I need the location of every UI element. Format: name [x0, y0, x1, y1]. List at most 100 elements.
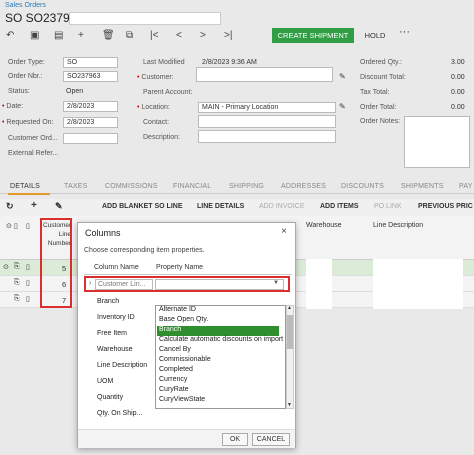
- property-option[interactable]: Commissionable: [157, 356, 279, 366]
- ordered-qty-value: 3.00: [451, 59, 465, 66]
- tab-taxes[interactable]: TAXES: [64, 183, 87, 190]
- column-name-cell[interactable]: Line Description: [97, 362, 147, 369]
- next-record-icon[interactable]: >: [200, 30, 206, 41]
- column-name-cell[interactable]: Quantity: [97, 394, 123, 401]
- note-col-icon: ▯: [26, 223, 30, 230]
- chevron-down-icon[interactable]: ▼: [273, 280, 279, 286]
- refresh-icon[interactable]: ↻: [6, 201, 14, 212]
- property-option[interactable]: Calculate automatic discounts on import: [157, 336, 283, 346]
- add-items-button[interactable]: ADD ITEMS: [320, 203, 359, 210]
- first-record-icon[interactable]: |<: [150, 30, 158, 41]
- scroll-up-icon[interactable]: ▲: [287, 305, 292, 311]
- ordered-qty-label: Ordered Qty.:: [360, 59, 402, 66]
- column-name-cell[interactable]: UOM: [97, 378, 113, 385]
- add-blanket-so-line-button[interactable]: ADD BLANKET SO LINE: [102, 203, 183, 210]
- ok-button[interactable]: OK: [222, 433, 248, 446]
- customer-ord-field[interactable]: [63, 133, 118, 144]
- location-field[interactable]: MAIN - Primary Location: [198, 102, 336, 113]
- tab-shipping[interactable]: SHIPPING: [229, 183, 264, 190]
- row-pointer-icon: ›: [89, 280, 92, 287]
- prev-record-icon[interactable]: <: [176, 30, 182, 41]
- more-menu-icon[interactable]: ···: [399, 26, 410, 38]
- attachment-icon[interactable]: ⎘: [14, 279, 20, 287]
- attachment-col-icon: ▯: [14, 223, 18, 230]
- date-field[interactable]: 2/8/2023: [63, 101, 118, 112]
- undo-icon[interactable]: ↶: [6, 30, 14, 41]
- parent-account-label: Parent Account:: [143, 89, 193, 96]
- discount-total-label: Discount Total:: [360, 74, 406, 81]
- note-icon[interactable]: ▯: [26, 279, 30, 287]
- property-option[interactable]: CuryViewState: [157, 396, 279, 406]
- tab-shipments[interactable]: SHIPMENTS: [401, 183, 444, 190]
- row-status-icon: ⊙: [3, 264, 9, 271]
- add-row-icon[interactable]: +: [31, 200, 37, 211]
- cancel-button[interactable]: CANCEL: [252, 433, 290, 446]
- hold-button[interactable]: HOLD: [358, 28, 392, 43]
- order-notes-field[interactable]: [404, 116, 470, 168]
- edit-customer-icon[interactable]: ✎: [339, 72, 346, 81]
- tab-financial[interactable]: FINANCIAL: [173, 183, 211, 190]
- order-type-field[interactable]: SO: [63, 57, 118, 68]
- external-ref-label: External Refer...: [8, 150, 59, 157]
- close-icon[interactable]: ×: [281, 226, 287, 237]
- create-shipment-button[interactable]: CREATE SHIPMENT: [272, 28, 354, 43]
- copy-icon[interactable]: ⧉: [126, 30, 133, 41]
- column-name-cell[interactable]: Warehouse: [97, 346, 133, 353]
- tab-details[interactable]: DETAILS: [10, 183, 40, 190]
- requested-on-field[interactable]: 2/8/2023: [63, 117, 118, 128]
- line-description-header[interactable]: Line Description: [373, 222, 423, 229]
- column-name-cell[interactable]: Qty. On Ship...: [97, 410, 142, 417]
- tab-commissions[interactable]: COMMISSIONS: [105, 183, 158, 190]
- edit-row-icon[interactable]: ✎: [55, 201, 63, 212]
- edit-location-icon[interactable]: ✎: [339, 102, 346, 111]
- property-dropdown-list[interactable]: Alternate ID Base Open Qty. Branch Calcu…: [155, 305, 286, 409]
- save-close-icon[interactable]: ▤: [54, 30, 63, 41]
- save-icon[interactable]: ▣: [30, 30, 39, 41]
- attachment-icon[interactable]: ⎘: [14, 295, 20, 303]
- dialog-footer: OK CANCEL: [78, 429, 295, 448]
- requested-on-label-wrap: • Requested On:: [2, 119, 54, 126]
- note-icon[interactable]: ▯: [26, 263, 30, 271]
- add-invoice-button[interactable]: ADD INVOICE: [259, 203, 305, 210]
- redacted-field: [69, 12, 221, 25]
- order-nbr-field[interactable]: SO237963: [63, 71, 118, 82]
- note-icon[interactable]: ▯: [26, 295, 30, 303]
- tax-total-label: Tax Total:: [360, 89, 390, 96]
- property-option[interactable]: CuryRate: [157, 386, 279, 396]
- column-name-cell[interactable]: Branch: [97, 298, 119, 305]
- description-field[interactable]: [198, 130, 336, 143]
- property-option[interactable]: Alternate ID: [157, 306, 279, 316]
- scrollbar-thumb[interactable]: [287, 315, 293, 349]
- contact-field[interactable]: [198, 115, 336, 128]
- warehouse-header[interactable]: Warehouse: [306, 222, 342, 229]
- status-col-icon: ⊙: [6, 223, 12, 230]
- po-link-button[interactable]: PO LINK: [374, 203, 402, 210]
- last-record-icon[interactable]: >|: [224, 30, 232, 41]
- property-option-selected[interactable]: Branch: [157, 326, 279, 336]
- last-modified-label: Last Modified: [143, 59, 185, 66]
- property-option[interactable]: Cancel By: [157, 346, 279, 356]
- breadcrumb[interactable]: Sales Orders: [5, 2, 46, 9]
- property-option[interactable]: Base Open Qty.: [157, 316, 279, 326]
- tab-addresses[interactable]: ADDRESSES: [281, 183, 326, 190]
- column-name-cell[interactable]: Inventory ID: [97, 314, 135, 321]
- line-details-button[interactable]: LINE DETAILS: [197, 203, 244, 210]
- warehouse-cell-mask: [306, 259, 332, 309]
- property-option[interactable]: Completed: [157, 366, 279, 376]
- scroll-down-icon[interactable]: ▼: [287, 402, 292, 408]
- order-total-label: Order Total:: [360, 104, 397, 111]
- dialog-subtitle: Choose corresponding item properties.: [84, 247, 205, 254]
- tab-discounts[interactable]: DISCOUNTS: [341, 183, 384, 190]
- add-icon[interactable]: +: [78, 30, 84, 41]
- tab-payments[interactable]: PAY: [459, 183, 473, 190]
- delete-icon[interactable]: 🗑: [102, 30, 115, 41]
- date-label-wrap: • Date:: [2, 103, 23, 110]
- column-name-cell[interactable]: Free Item: [97, 330, 127, 337]
- order-nbr-label: Order Nbr.:: [8, 73, 43, 80]
- customer-field[interactable]: [196, 67, 333, 82]
- previous-price-button[interactable]: PREVIOUS PRIC: [418, 203, 473, 210]
- property-option[interactable]: Currency: [157, 376, 279, 386]
- property-select[interactable]: [155, 279, 284, 290]
- attachment-icon[interactable]: ⎘: [14, 263, 20, 271]
- property-name-header: Property Name: [156, 264, 204, 271]
